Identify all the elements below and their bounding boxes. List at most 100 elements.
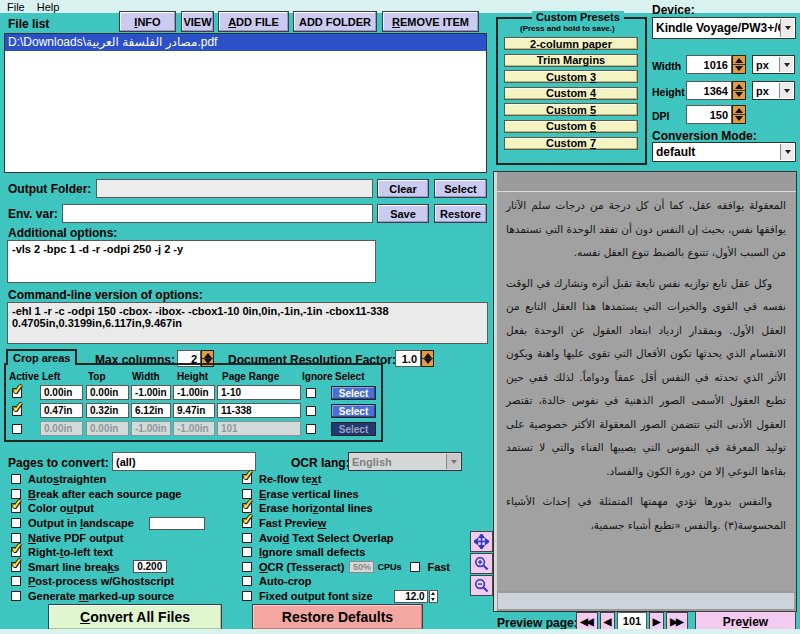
menu-file[interactable]: File [7,1,25,13]
last-page-button[interactable]: ▶▶ [666,612,688,630]
checkbox[interactable] [11,562,21,572]
preview-pane[interactable]: المعقولة يوافقه عقل، كما أن كل درجة من د… [493,171,797,612]
add-folder-button[interactable]: ADD FOLDER [293,11,377,32]
dpi-input[interactable]: 150 [686,105,732,124]
checkbox[interactable] [242,547,252,557]
menu-help[interactable]: Help [37,1,60,13]
preset-custom-7[interactable]: Custom 7 [504,137,638,150]
crop-active-checkbox[interactable] [12,388,22,398]
option-auto-crop[interactable]: Auto-crop [242,574,450,589]
option-reflow-text[interactable]: Re-flow text [242,472,450,487]
checkbox[interactable] [11,576,21,586]
preset-custom-4[interactable]: Custom 4 [504,87,638,100]
view-button[interactable]: VIEW [181,11,214,32]
option-color-output[interactable]: Color output [11,501,205,516]
checkbox[interactable] [11,474,21,484]
restore-button[interactable]: Restore [434,204,487,223]
smart-line-breaks-input[interactable]: 0.200 [133,560,167,573]
preset-custom-3[interactable]: Custom 3 [504,70,638,83]
crop-select-button[interactable]: Select [331,404,376,418]
crop-top-input[interactable]: 0.00in [86,385,129,400]
doc-res-input[interactable]: 1.0 [395,350,421,367]
prev-page-button[interactable]: ◀ [600,612,615,630]
restore-defaults-button[interactable]: Restore Defaults [252,604,423,630]
ocr-fast-checkbox[interactable] [410,562,420,572]
crop-pagerange-input[interactable]: 11-338 [217,403,301,418]
file-list-item[interactable]: D:\Downloads\مصادر الفلسفة العربية.pdf [5,34,486,51]
pan-tool-button[interactable] [470,531,493,552]
option-ignore-small-defects[interactable]: Ignore small defects [242,545,450,560]
option-fast-preview[interactable]: Fast Preview [242,516,450,531]
font-size-input[interactable]: 12.0 [394,590,428,603]
save-button[interactable]: Save [377,204,429,223]
crop-left-input[interactable]: 0.47in [40,403,83,418]
preset-custom-6[interactable]: Custom 6 [504,120,638,133]
crop-top-input[interactable]: 0.32in [86,403,129,418]
checkbox[interactable] [11,518,21,528]
output-folder-input[interactable] [96,179,373,198]
width-unit-dropdown[interactable]: px [752,55,795,74]
page-number-input[interactable]: 101 [617,612,647,630]
checkbox[interactable] [11,591,21,601]
option-fixed-font-size[interactable]: Fixed output font size12.0 [242,589,450,604]
option-output-landscape[interactable]: Output in landscape [11,516,205,531]
option-postprocess-ghostscript[interactable]: Post-process w/Ghostscript [11,574,205,589]
device-dropdown[interactable]: Kindle Voyage/PW3+/O [652,17,796,39]
landscape-pages-input[interactable] [149,517,205,530]
additional-options-input[interactable]: -vls 2 -bpc 1 -d -r -odpi 250 -j 2 -y [7,240,376,283]
option-avoid-text-select-overlap[interactable]: Avoid Text Select Overlap [242,530,450,545]
crop-width-input[interactable]: -1.00in [131,385,171,400]
crop-ignore-checkbox[interactable] [306,406,316,416]
crop-left-input[interactable]: 0.00in [40,385,83,400]
crop-width-input[interactable]: 6.12in [131,403,171,418]
crop-ignore-checkbox[interactable] [306,424,316,434]
checkbox[interactable] [242,518,252,528]
checkbox[interactable] [11,503,21,513]
height-unit-dropdown[interactable]: px [752,81,795,100]
option-erase-horizontal[interactable]: Erase horizontal lines [242,501,450,516]
height-input[interactable]: 1364 [686,81,732,100]
preset-custom-5[interactable]: Custom 5 [504,103,638,116]
preset-trim-margins[interactable]: Trim Margins [504,54,638,67]
crop-select-button[interactable]: Select [331,386,376,400]
env-var-input[interactable] [62,204,373,223]
dpi-spinner[interactable] [732,105,746,124]
option-native-pdf[interactable]: Native PDF output [11,530,205,545]
first-page-button[interactable]: ◀◀ [576,612,598,630]
next-page-button[interactable]: ▶ [649,612,664,630]
checkbox[interactable] [242,562,252,572]
crop-ignore-checkbox[interactable] [306,388,316,398]
crop-active-checkbox[interactable] [12,424,22,434]
crop-pagerange-input[interactable]: 1-10 [217,385,301,400]
select-output-button[interactable]: Select [434,179,487,198]
preview-horizontal-scrollbar[interactable] [498,593,794,609]
preset-2-column-paper[interactable]: 2-column paper [504,37,638,50]
checkbox[interactable] [242,474,252,484]
convert-all-files-button[interactable]: Convert All Files [48,604,222,630]
height-spinner[interactable] [732,81,746,100]
conversion-mode-dropdown[interactable]: default [652,142,796,162]
option-break-after-page[interactable]: Break after each source page [11,487,205,502]
width-input[interactable]: 1016 [686,55,732,74]
crop-active-checkbox[interactable] [12,406,22,416]
option-smart-line-breaks[interactable]: Smart line breaks0.200 [11,560,205,575]
checkbox[interactable] [242,591,252,601]
width-spinner[interactable] [732,55,746,74]
crop-select-button[interactable]: Select [331,422,376,436]
font-size-spinner[interactable] [429,590,438,603]
option-autostraighten[interactable]: Autostraighten [11,472,205,487]
option-generate-markup[interactable]: Generate marked-up source [11,589,205,604]
checkbox[interactable] [242,533,252,543]
crop-height-input[interactable]: 9.47in [173,403,215,418]
clear-button[interactable]: Clear [377,179,429,198]
option-erase-vertical[interactable]: Erase vertical lines [242,487,450,502]
info-button[interactable]: INFO [119,11,176,32]
option-ocr-tesseract[interactable]: OCR (Tesseract)50%CPUsFast [242,560,450,575]
remove-item-button[interactable]: REMOVE ITEM [382,11,479,32]
pages-to-convert-input[interactable]: (all) [112,452,256,471]
add-file-button[interactable]: ADD FILE [218,11,289,32]
file-list[interactable]: D:\Downloads\مصادر الفلسفة العربية.pdf [4,33,487,173]
doc-res-spinner[interactable] [421,350,434,367]
zoom-in-button[interactable] [470,553,493,574]
option-right-to-left[interactable]: Right-to-left text [11,545,205,560]
